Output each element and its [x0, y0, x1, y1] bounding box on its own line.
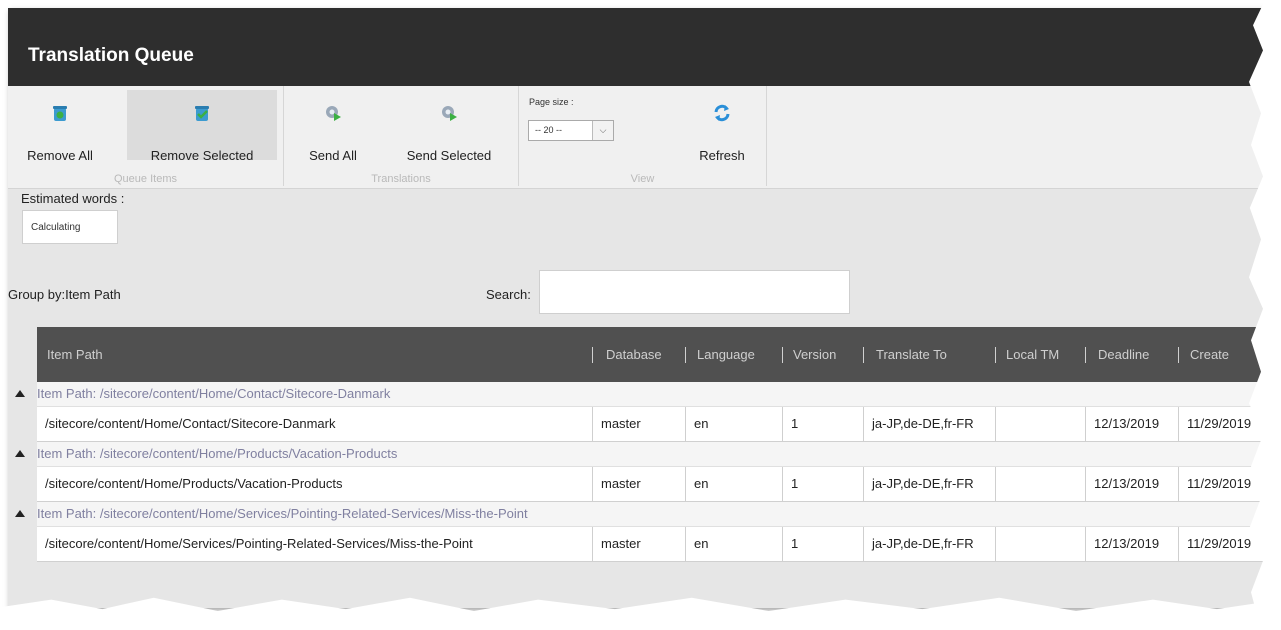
cell-version: 1 [782, 407, 863, 441]
refresh-button[interactable]: Refresh [687, 90, 757, 163]
cell-item-path: /sitecore/content/Home/Contact/Sitecore-… [45, 416, 336, 431]
remove-selected-label: Remove Selected [150, 148, 254, 163]
cell-language: en [685, 407, 782, 441]
estimated-words-label: Estimated words : [21, 191, 125, 206]
column-item-path[interactable]: Item Path [47, 327, 103, 382]
table-row[interactable]: /sitecore/content/Home/Services/Pointing… [37, 527, 1263, 562]
queue-grid: Item Path Database Language Version Tran… [15, 327, 1263, 562]
group-label: Item Path: /sitecore/content/Home/Produc… [37, 446, 398, 461]
cell-translate-to: ja-JP,de-DE,fr-FR [863, 527, 995, 561]
view-group: Page size : -- 20 -- ⌵ Refresh View [519, 86, 767, 186]
send-selected-button[interactable]: Send Selected [388, 90, 510, 163]
page-size-label: Page size : [529, 97, 574, 107]
translations-group: Send All Send Selected Translations [284, 86, 519, 186]
gear-send-icon [326, 106, 341, 121]
translations-group-title: Translations [371, 173, 431, 185]
cell-item-path: /sitecore/content/Home/Products/Vacation… [45, 476, 343, 491]
column-deadline[interactable]: Deadline [1098, 327, 1149, 382]
search-label: Search: [486, 287, 531, 302]
page-size-value: -- 20 -- [535, 125, 562, 135]
cell-database: master [592, 527, 685, 561]
cell-language: en [685, 467, 782, 501]
column-translate-to[interactable]: Translate To [876, 327, 947, 382]
column-divider [1085, 347, 1086, 363]
remove-all-button[interactable]: Remove All [12, 90, 108, 163]
page-size-select[interactable]: -- 20 -- ⌵ [528, 120, 614, 141]
cell-translate-to: ja-JP,de-DE,fr-FR [863, 467, 995, 501]
column-local-tm[interactable]: Local TM [1006, 327, 1059, 382]
send-all-button[interactable]: Send All [298, 90, 368, 163]
column-divider [1178, 347, 1179, 363]
cell-version: 1 [782, 527, 863, 561]
cell-database: master [592, 407, 685, 441]
cell-local-tm [995, 407, 1085, 441]
table-row[interactable]: /sitecore/content/Home/Products/Vacation… [37, 467, 1263, 502]
ribbon-toolbar: Remove All Remove Selected Queue Items S… [8, 86, 1263, 189]
recycle-bin-icon [53, 106, 67, 121]
column-divider [685, 347, 686, 363]
cell-created: 11/29/2019 [1178, 527, 1263, 561]
gear-send-icon [442, 106, 457, 121]
grid-header: Item Path Database Language Version Tran… [37, 327, 1263, 382]
search-input[interactable] [539, 270, 850, 314]
column-divider [863, 347, 864, 363]
cell-created: 11/29/2019 [1178, 467, 1263, 501]
column-language[interactable]: Language [697, 327, 755, 382]
send-selected-label: Send Selected [406, 148, 492, 163]
queue-items-group: Remove All Remove Selected Queue Items [8, 86, 284, 186]
cell-version: 1 [782, 467, 863, 501]
cell-item-path: /sitecore/content/Home/Services/Pointing… [45, 536, 473, 551]
group-label: Item Path: /sitecore/content/Home/Servic… [37, 506, 528, 521]
refresh-icon [714, 104, 730, 122]
cell-deadline: 12/13/2019 [1085, 467, 1178, 501]
collapse-triangle-icon[interactable] [15, 450, 25, 457]
column-divider [995, 347, 996, 363]
view-group-title: View [630, 173, 655, 185]
cell-deadline: 12/13/2019 [1085, 527, 1178, 561]
column-divider [592, 347, 593, 363]
recycle-bin-check-icon [195, 106, 209, 121]
send-all-label: Send All [309, 148, 357, 163]
title-bar: Translation Queue [8, 8, 1263, 86]
group-row[interactable]: Item Path: /sitecore/content/Home/Servic… [15, 502, 1263, 527]
column-version[interactable]: Version [793, 327, 836, 382]
collapse-triangle-icon[interactable] [15, 510, 25, 517]
remove-selected-button[interactable]: Remove Selected [127, 90, 277, 163]
remove-all-label: Remove All [27, 148, 93, 163]
translation-queue-window: Translation Queue Remove All Remove Sele… [8, 8, 1263, 608]
cell-local-tm [995, 527, 1085, 561]
cell-translate-to: ja-JP,de-DE,fr-FR [863, 407, 995, 441]
queue-items-group-title: Queue Items [114, 173, 177, 185]
group-label: Item Path: /sitecore/content/Home/Contac… [37, 386, 391, 401]
column-created[interactable]: Create [1190, 327, 1229, 382]
column-divider [782, 347, 783, 363]
column-database[interactable]: Database [606, 327, 662, 382]
cell-database: master [592, 467, 685, 501]
cell-language: en [685, 527, 782, 561]
estimated-words-value: Calculating [22, 210, 118, 244]
chevron-down-icon[interactable]: ⌵ [592, 121, 613, 140]
collapse-triangle-icon[interactable] [15, 390, 25, 397]
cell-local-tm [995, 467, 1085, 501]
cell-deadline: 12/13/2019 [1085, 407, 1178, 441]
refresh-label: Refresh [699, 148, 745, 163]
group-by-label[interactable]: Group by:Item Path [8, 287, 121, 302]
group-row[interactable]: Item Path: /sitecore/content/Home/Produc… [15, 442, 1263, 467]
group-row[interactable]: Item Path: /sitecore/content/Home/Contac… [15, 382, 1263, 407]
table-row[interactable]: /sitecore/content/Home/Contact/Sitecore-… [37, 407, 1263, 442]
page-title: Translation Queue [28, 45, 194, 66]
cell-created: 11/29/2019 [1178, 407, 1263, 441]
